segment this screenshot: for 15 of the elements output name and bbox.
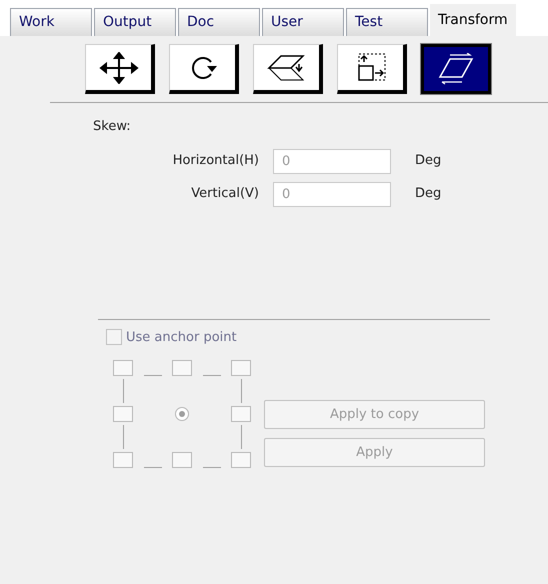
tab[interactable]: Doc — [178, 8, 260, 36]
field-label: Vertical(V) — [190, 185, 260, 204]
skew-icon — [436, 53, 476, 85]
unit-label: Deg — [415, 152, 442, 170]
tab[interactable]: Work — [10, 8, 92, 36]
tab[interactable]: User — [262, 8, 344, 36]
tab[interactable]: Output — [94, 8, 176, 36]
tab[interactable]: Transform — [430, 4, 516, 36]
tab[interactable]: Test — [346, 8, 428, 36]
move-arrows-icon — [98, 52, 138, 84]
checkbox-label: Use anchor point — [126, 328, 237, 346]
unit-label: Deg — [415, 185, 442, 204]
field-label: Horizontal(H) — [172, 152, 260, 170]
tool-button[interactable] — [421, 44, 491, 94]
section-title: Skew: — [93, 118, 131, 136]
